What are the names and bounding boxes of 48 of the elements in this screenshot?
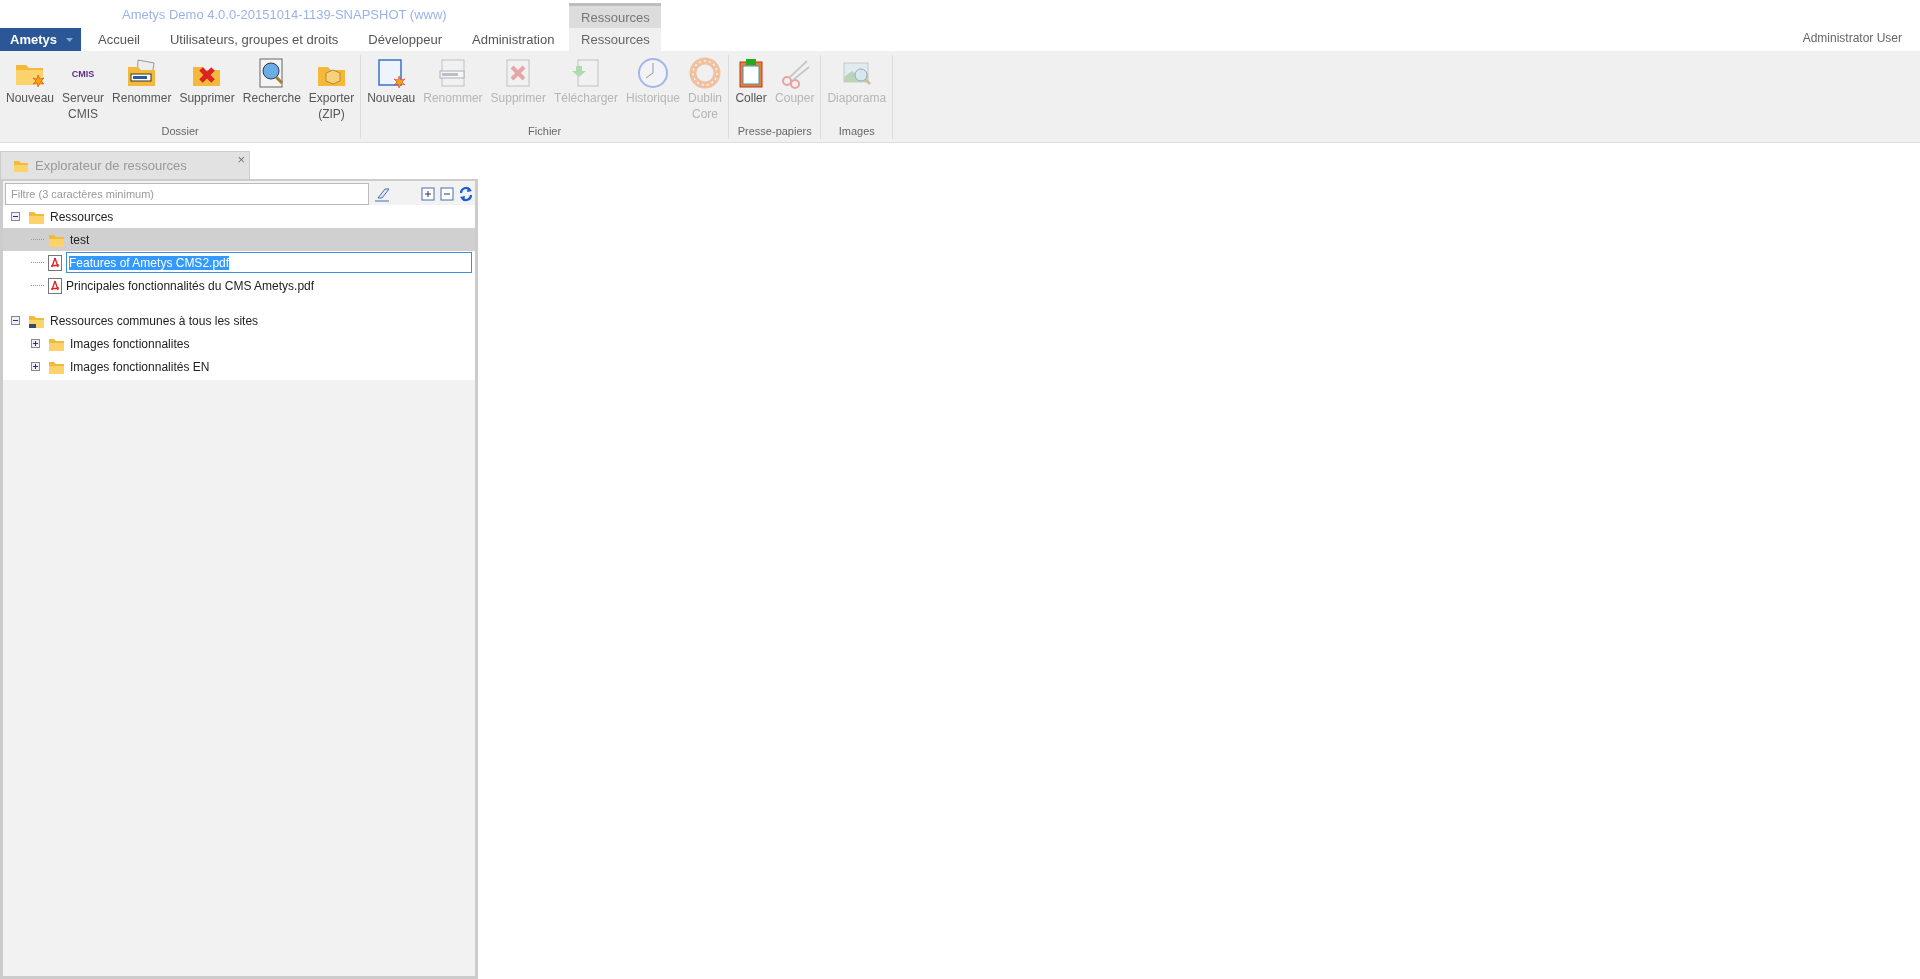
ribbon-tab[interactable]: Ressources	[569, 28, 662, 51]
filter-field[interactable]: Filtre (3 caractères minimum)	[5, 183, 369, 205]
panel-title: Explorateur de ressources	[35, 158, 187, 173]
eraser-icon[interactable]	[374, 186, 390, 202]
tree-row[interactable]: Principales fonctionnalités du CMS Ametys.pdf	[3, 274, 475, 297]
ribbon-button[interactable]: Supprimer	[175, 55, 239, 125]
collapse-icon[interactable]	[11, 212, 20, 221]
ribbon-group-label: Dossier	[160, 125, 200, 139]
ribbon-button[interactable]: Nouveau	[2, 55, 59, 125]
ribbon-button[interactable]: Nouveau	[363, 55, 420, 125]
application-menu-button[interactable]: Ametys	[0, 28, 81, 51]
user-name[interactable]: Administrator User	[1802, 31, 1920, 51]
tree-row[interactable]: Images fonctionnalités EN	[3, 355, 475, 378]
tree-row[interactable]: Ressources	[3, 205, 475, 228]
expand-all-icon[interactable]	[421, 187, 435, 201]
ribbon-group-label: Fichier	[527, 125, 563, 139]
caret-icon	[66, 37, 73, 42]
contextual-group-header: Ressources	[569, 3, 662, 28]
ribbon-button[interactable]: Exporter (ZIP)	[304, 55, 359, 125]
ribbon-tab[interactable]: Développeur	[355, 28, 455, 51]
pdf-file-icon	[48, 277, 62, 294]
panel-tab[interactable]: Explorateur de ressources ×	[0, 151, 250, 179]
ribbon-button[interactable]: Recherche	[238, 55, 305, 125]
ribbon-group-label: Presse-papiers	[736, 125, 813, 139]
cmis-logo-icon: CMIS	[67, 57, 100, 89]
expand-icon[interactable]	[31, 362, 40, 371]
ribbon-tab[interactable]: Accueil	[85, 28, 153, 51]
refresh-icon[interactable]	[459, 186, 473, 202]
ribbon-tab[interactable]: Utilisateurs, groupes et droits	[156, 28, 352, 51]
folder-icon	[13, 158, 29, 173]
collapse-icon[interactable]	[11, 316, 20, 325]
ribbon-group-label: Images	[837, 125, 876, 139]
expand-icon[interactable]	[31, 339, 40, 348]
clock-icon	[637, 57, 669, 89]
tree-row[interactable]: Images fonctionnalites	[3, 332, 475, 355]
tree-row[interactable]: Ressources communes à tous les sites	[3, 309, 475, 332]
ribbon-button[interactable]: Coller	[731, 55, 772, 125]
folder-rename-icon	[125, 57, 158, 89]
close-button[interactable]: ×	[235, 152, 247, 167]
ribbon-button[interactable]: CMIS Serveur CMIS	[58, 55, 109, 125]
document-star-icon	[375, 57, 408, 89]
ring-icon	[689, 57, 722, 89]
tree-row[interactable]: test	[3, 228, 475, 251]
application-title: Ametys Demo 4.0.0-20151014-1139-SNAPSHOT (www)	[122, 6, 447, 22]
ribbon-tab[interactable]: Administration	[459, 28, 568, 51]
collapse-all-icon[interactable]	[440, 187, 454, 201]
ribbon-button[interactable]: Renommer	[108, 55, 176, 125]
pdf-file-icon	[48, 254, 62, 271]
